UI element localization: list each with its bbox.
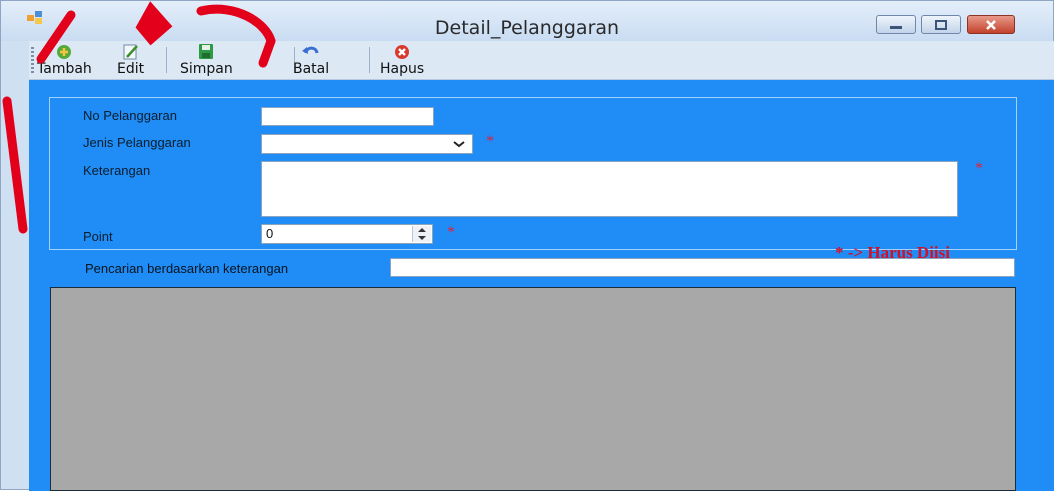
hapus-label: Hapus	[380, 61, 425, 77]
edit-icon	[123, 44, 138, 60]
minimize-button[interactable]	[876, 15, 916, 34]
edit-button[interactable]: Edit	[117, 43, 144, 77]
no-pelanggaran-input[interactable]	[261, 107, 434, 126]
spin-updown-icon	[418, 228, 426, 240]
title-bar[interactable]: Detail_Pelanggaran	[1, 1, 1053, 41]
simpan-button[interactable]: Simpan	[180, 43, 233, 77]
point-numeric-input[interactable]: 0	[261, 224, 433, 244]
keterangan-label: Keterangan	[83, 163, 151, 178]
data-grid[interactable]	[50, 287, 1016, 491]
client-area: No Pelanggaran Jenis Pelanggaran * Keter…	[29, 80, 1054, 491]
add-icon	[57, 45, 72, 59]
toolbar-grip[interactable]	[31, 47, 34, 73]
search-input[interactable]	[390, 258, 1015, 277]
toolbar-separator	[166, 47, 167, 73]
close-button[interactable]	[967, 15, 1015, 34]
point-value: 0	[266, 226, 274, 241]
toolbar: Tambah Edit Simpan Batal Hapus	[29, 41, 1054, 80]
required-star: *	[975, 160, 983, 177]
delete-icon	[395, 45, 410, 59]
toolbar-separator	[369, 47, 370, 73]
save-icon	[199, 44, 214, 59]
batal-button[interactable]: Batal	[293, 43, 329, 77]
batal-label: Batal	[293, 61, 330, 77]
jenis-pelanggaran-label: Jenis Pelanggaran	[83, 135, 191, 150]
hapus-button[interactable]: Hapus	[380, 43, 424, 77]
window: Detail_Pelanggaran Tambah Edit Simpan Ba…	[0, 0, 1054, 491]
point-label: Point	[83, 229, 113, 244]
form-groupbox: No Pelanggaran Jenis Pelanggaran * Keter…	[49, 97, 1017, 262]
tambah-label: Tambah	[37, 61, 92, 77]
required-star: *	[447, 224, 455, 241]
no-pelanggaran-label: No Pelanggaran	[83, 108, 177, 123]
close-icon	[968, 16, 1014, 33]
jenis-pelanggaran-select[interactable]	[261, 134, 473, 154]
minimize-icon	[877, 16, 915, 33]
undo-icon	[302, 46, 319, 54]
search-label: Pencarian berdasarkan keterangan	[85, 261, 289, 276]
point-spinner[interactable]	[412, 226, 431, 242]
edit-label: Edit	[117, 61, 145, 77]
keterangan-textarea[interactable]	[261, 161, 958, 217]
maximize-icon	[922, 16, 960, 33]
tambah-button[interactable]: Tambah	[37, 43, 92, 77]
maximize-button[interactable]	[921, 15, 961, 34]
required-star: *	[486, 133, 494, 150]
chevron-down-icon	[453, 141, 465, 148]
simpan-label: Simpan	[180, 61, 233, 77]
